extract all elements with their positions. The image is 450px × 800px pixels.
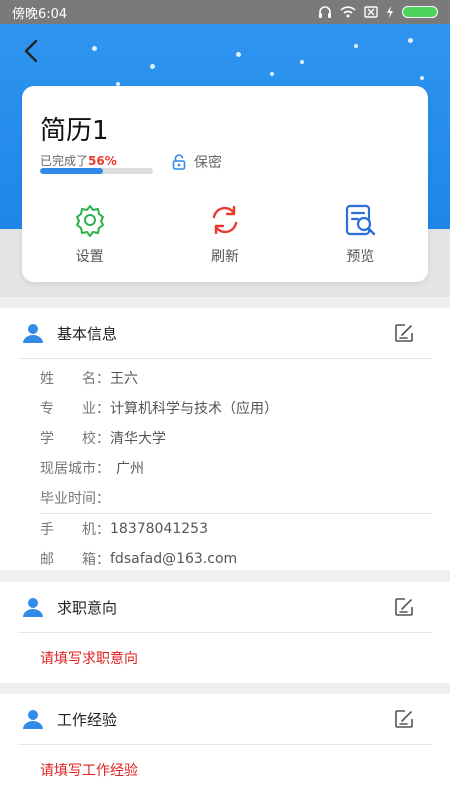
settings-button[interactable]: 设置 (45, 202, 135, 266)
resume-card: 简历1 已完成了56% 保密 设置 刷新 预览 (22, 86, 428, 282)
preview-button[interactable]: 预览 (315, 202, 405, 266)
work-experience-header: 工作经验 (0, 694, 450, 744)
privacy-label: 保密 (194, 155, 222, 171)
refresh-button[interactable]: 刷新 (180, 202, 270, 266)
sim-off-icon (364, 6, 378, 18)
progress-fill (40, 168, 104, 174)
field-major: 专 业： 计算机科学与技术（应用） (40, 401, 278, 417)
action-row: 设置 刷新 预览 (22, 202, 428, 266)
person-icon (23, 324, 43, 343)
field-graduation: 毕业时间： (40, 491, 110, 507)
basic-info-title: 基本信息 (57, 324, 118, 343)
basic-info-header: 基本信息 (0, 308, 450, 358)
edit-work-experience-icon[interactable] (394, 709, 414, 729)
edit-job-intention-icon[interactable] (394, 597, 414, 617)
preview-icon (346, 204, 376, 236)
headphone-icon (319, 6, 331, 18)
field-city: 现居城市： 广州 (40, 461, 144, 477)
job-intention-section: 求职意向 请填写求职意向 (0, 582, 450, 683)
wifi-icon (340, 6, 356, 18)
work-experience-title: 工作经验 (57, 710, 118, 729)
privacy-toggle[interactable]: 保密 (172, 152, 222, 172)
basic-info-fields: 姓 名： 王六 专 业： 计算机科学与技术（应用） 学 校： 清华大学 现居城市： 广州… (0, 359, 450, 574)
battery-icon (402, 6, 438, 18)
preview-label: 预览 (346, 249, 375, 265)
field-email: 邮 箱： fdsafad@163.com (40, 551, 238, 568)
lock-icon (172, 154, 186, 170)
resume-title: 简历1 (40, 116, 109, 146)
charging-icon (387, 6, 393, 18)
refresh-label: 刷新 (210, 249, 239, 265)
back-arrow-icon[interactable] (18, 36, 48, 66)
progress-bar (40, 168, 153, 174)
status-time: 傍晚6:04 (12, 6, 68, 22)
work-experience-section: 工作经验 请填写工作经验 (0, 694, 450, 800)
basic-info-section: 基本信息 姓 名： 王六 专 业： 计算机科学与技术（应用） 学 校： 清华大学 现居… (0, 308, 450, 570)
status-bar: 傍晚6:04 (0, 0, 450, 24)
field-school: 学 校： 清华大学 (40, 431, 166, 447)
edit-basic-info-icon[interactable] (394, 323, 414, 343)
progress-percent: 56% (88, 154, 117, 168)
progress-label: 已完成了56% (40, 154, 117, 168)
job-intention-title: 求职意向 (57, 598, 118, 617)
gear-icon (75, 205, 104, 237)
person-icon (23, 710, 43, 729)
settings-label: 设置 (75, 249, 104, 265)
person-icon (23, 598, 43, 617)
field-name: 姓 名： 王六 (40, 371, 138, 387)
job-intention-header: 求职意向 (0, 582, 450, 632)
refresh-icon (212, 205, 238, 235)
field-phone: 手 机： 18378041253 (40, 521, 208, 538)
job-intention-prompt[interactable]: 请填写求职意向 (0, 633, 450, 683)
work-experience-prompt[interactable]: 请填写工作经验 (0, 745, 450, 795)
